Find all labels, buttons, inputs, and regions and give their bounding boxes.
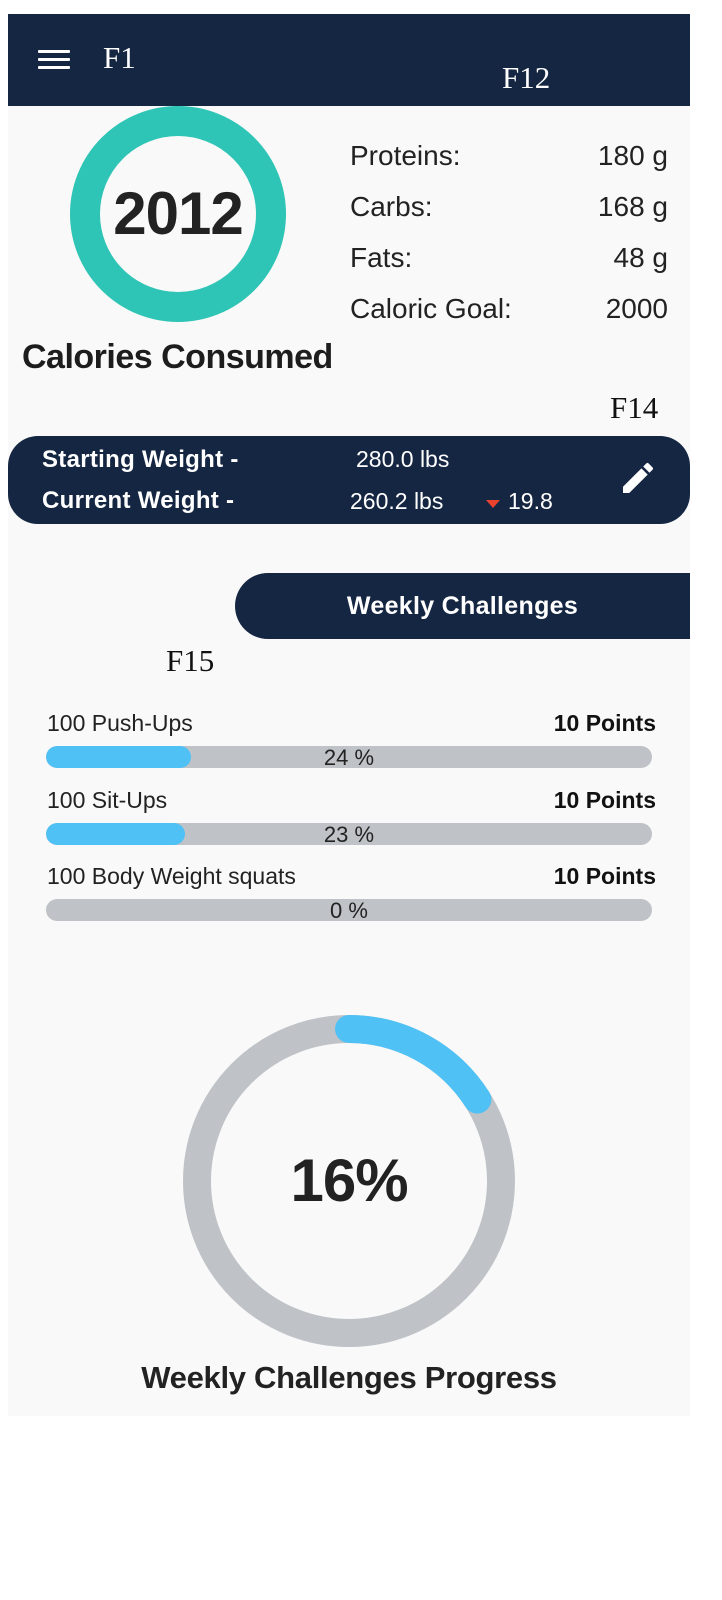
hamburger-menu-icon[interactable] xyxy=(38,48,70,72)
macro-row-fats: Fats: 48 g xyxy=(350,242,670,293)
challenge-item: 100 Body Weight squats 10 Points 0 % xyxy=(46,863,656,933)
current-weight-value: 260.2 lbs xyxy=(350,488,444,514)
macro-value: 2000 xyxy=(605,293,668,324)
challenge-name: 100 Push-Ups xyxy=(47,710,193,736)
challenge-name: 100 Sit-Ups xyxy=(47,787,168,813)
figure-label-f1: F1 xyxy=(103,40,136,75)
weight-card: Starting Weight - 280.0 lbs Current Weig… xyxy=(8,436,690,524)
current-weight-label: Current Weight - xyxy=(42,487,235,514)
weekly-progress-caption: Weekly Challenges Progress xyxy=(141,1360,557,1395)
challenge-points: 10 Points xyxy=(553,863,656,889)
weekly-challenges-tab[interactable]: Weekly Challenges xyxy=(235,573,690,639)
challenge-points: 10 Points xyxy=(553,787,656,813)
macro-value: 168 g xyxy=(597,191,668,222)
pencil-edit-icon[interactable] xyxy=(618,458,658,498)
challenge-name: 100 Body Weight squats xyxy=(47,863,296,889)
macro-label: Carbs: xyxy=(350,191,433,222)
weekly-progress-value: 16% xyxy=(290,1147,408,1214)
weight-delta: 19.8 xyxy=(508,488,553,514)
down-triangle-icon xyxy=(486,500,500,508)
challenge-percent: 24 % xyxy=(323,745,375,770)
macro-row-carbs: Carbs: 168 g xyxy=(350,191,670,242)
starting-weight-value: 280.0 lbs xyxy=(356,446,450,472)
macro-value: 48 g xyxy=(613,242,669,273)
macro-row-proteins: Proteins: 180 g xyxy=(350,140,670,191)
macro-value: 180 g xyxy=(597,140,668,171)
macros-list: Proteins: 180 g Carbs: 168 g Fats: 48 g … xyxy=(350,140,670,344)
challenge-item: 100 Sit-Ups 10 Points 23 % xyxy=(46,787,656,857)
challenge-percent: 23 % xyxy=(323,822,375,847)
figure-label-f15: F15 xyxy=(166,643,215,678)
challenge-item: 100 Push-Ups 10 Points 24 % xyxy=(46,710,656,780)
macro-label: Caloric Goal: xyxy=(350,293,512,324)
challenge-points: 10 Points xyxy=(553,710,656,736)
starting-weight-label: Starting Weight - xyxy=(42,446,239,473)
macro-label: Proteins: xyxy=(350,140,461,171)
macro-row-caloric-goal: Caloric Goal: 2000 xyxy=(350,293,670,344)
calories-caption: Calories Consumed xyxy=(22,338,333,376)
challenge-percent: 0 % xyxy=(330,898,368,923)
calories-value: 2012 xyxy=(113,180,243,247)
figure-label-f12: F12 xyxy=(502,60,551,95)
macro-label: Fats: xyxy=(350,242,413,273)
figure-label-f14: F14 xyxy=(610,390,659,425)
